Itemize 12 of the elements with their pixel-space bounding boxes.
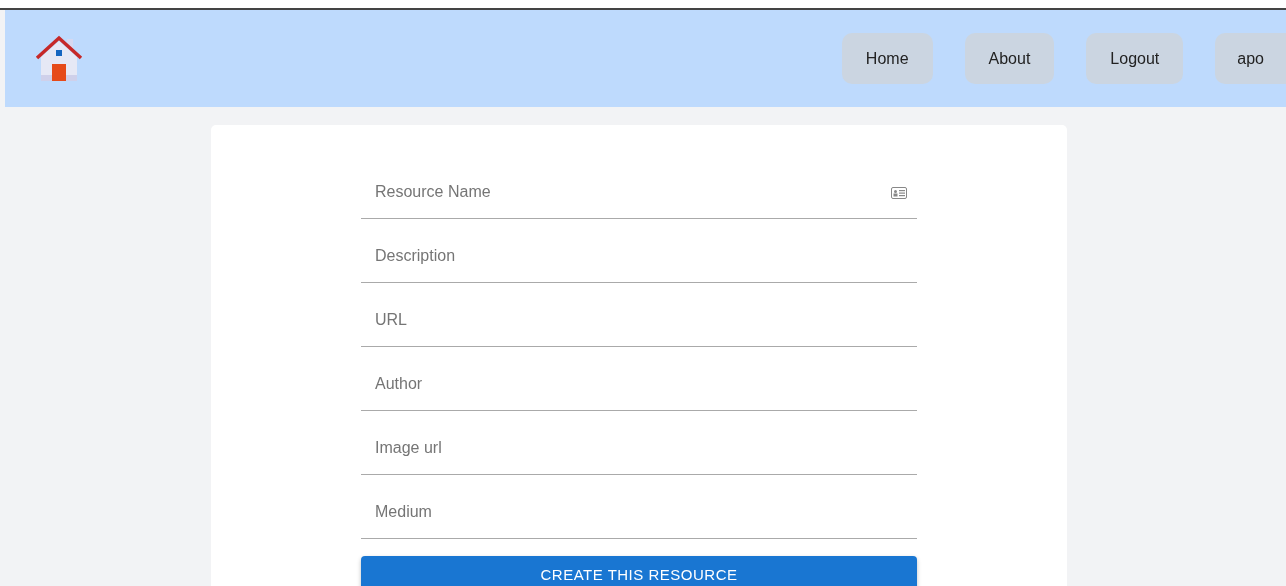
input-field[interactable]: Image url <box>361 411 917 475</box>
nav-button[interactable]: apo <box>1215 33 1286 84</box>
create-resource-button[interactable]: CREATE THIS RESOURCE <box>361 556 917 586</box>
input-field[interactable]: Description <box>361 219 917 283</box>
nav-button[interactable]: About <box>964 33 1055 84</box>
input-field[interactable]: Medium <box>361 475 917 539</box>
input-field[interactable]: Author <box>361 347 917 411</box>
input-field[interactable]: Resource Name <box>361 155 917 219</box>
input-field[interactable]: URL <box>361 283 917 347</box>
contact-card-icon[interactable] <box>891 187 907 199</box>
nav-button[interactable]: Logout <box>1086 33 1184 84</box>
nav-button[interactable]: Home <box>841 33 933 84</box>
